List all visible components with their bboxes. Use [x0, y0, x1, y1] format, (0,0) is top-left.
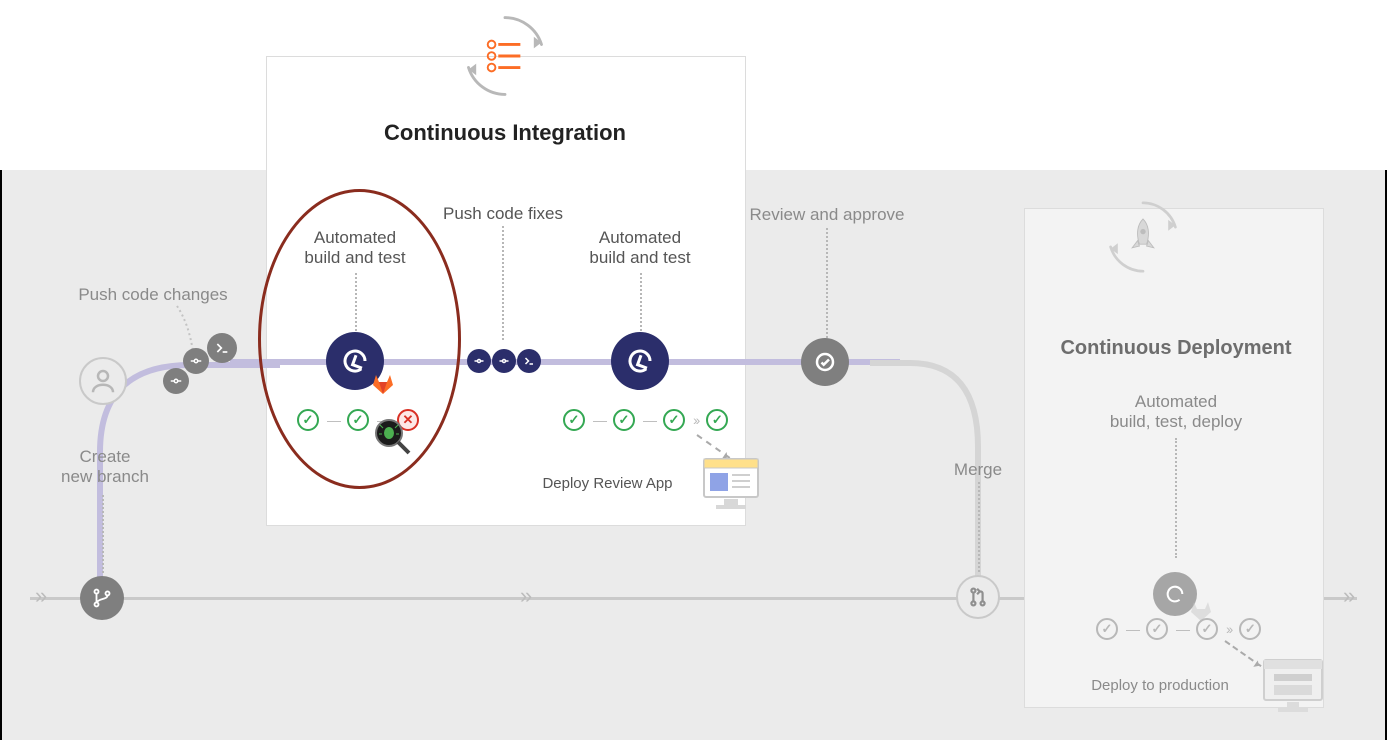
- dotted-connector: [640, 273, 642, 331]
- highlight-oval: [258, 189, 461, 489]
- pipeline-step-ok-icon: ✓: [706, 409, 728, 431]
- ci-title: Continuous Integration: [370, 120, 640, 146]
- dotted-connector: [1175, 438, 1177, 558]
- terminal-icon: [207, 333, 237, 363]
- dotted-connector: [502, 226, 504, 340]
- git-commit-icon: [183, 348, 209, 374]
- label-merge: Merge: [943, 460, 1013, 480]
- label-push-fixes: Push code fixes: [423, 204, 583, 224]
- flow-chevron-icon: »: [35, 583, 43, 609]
- label-auto-build-test-2: Automated build and test: [575, 228, 705, 269]
- git-branch-icon: [80, 576, 124, 620]
- dotted-connector: [826, 228, 828, 338]
- cd-title: Continuous Deployment: [1046, 336, 1306, 360]
- dotted-connector: [978, 482, 980, 572]
- pipeline-step-ok-icon: ✓: [1096, 618, 1118, 640]
- flow-chevron-icon: »: [520, 583, 528, 609]
- pipeline-step-ok-icon: ✓: [563, 409, 585, 431]
- pipeline-step-ok-icon: ✓: [663, 409, 685, 431]
- git-commit-icon: [492, 349, 516, 373]
- merge-curve: [870, 357, 1010, 607]
- label-review-approve: Review and approve: [737, 205, 917, 225]
- flow-chevron-icon: »: [1343, 583, 1351, 609]
- pipeline-step-ok-icon: ✓: [1146, 618, 1168, 640]
- pipeline-step-ok-icon: ✓: [613, 409, 635, 431]
- pipeline-step-ok-icon: ✓: [1239, 618, 1261, 640]
- check-badge-icon: [801, 338, 849, 386]
- pipeline-run-3: ✓— ✓— ✓›› ✓: [1096, 618, 1261, 640]
- label-deploy-prod: Deploy to production: [1060, 677, 1260, 695]
- label-deploy-review: Deploy Review App: [510, 475, 705, 493]
- pipeline-run-2: ✓— ✓— ✓›› ✓: [563, 409, 728, 431]
- label-create-branch: Create new branch: [50, 447, 160, 488]
- label-push-changes: Push code changes: [68, 285, 238, 305]
- checklist-cycle-icon: [457, 8, 553, 104]
- user-icon: [79, 357, 127, 405]
- git-commit-icon: [467, 349, 491, 373]
- cycle-icon: [611, 332, 669, 390]
- git-commit-icon: [163, 368, 189, 394]
- monitor-production-icon: [1260, 656, 1326, 723]
- terminal-icon: [517, 349, 541, 373]
- label-auto-build-test-deploy: Automated build, test, deploy: [1086, 392, 1266, 433]
- monitor-review-icon: [700, 455, 762, 518]
- rocket-cycle-icon: [1098, 192, 1188, 282]
- pipeline-step-ok-icon: ✓: [1196, 618, 1218, 640]
- merge-request-icon: [956, 575, 1000, 619]
- dotted-connector: [102, 495, 104, 573]
